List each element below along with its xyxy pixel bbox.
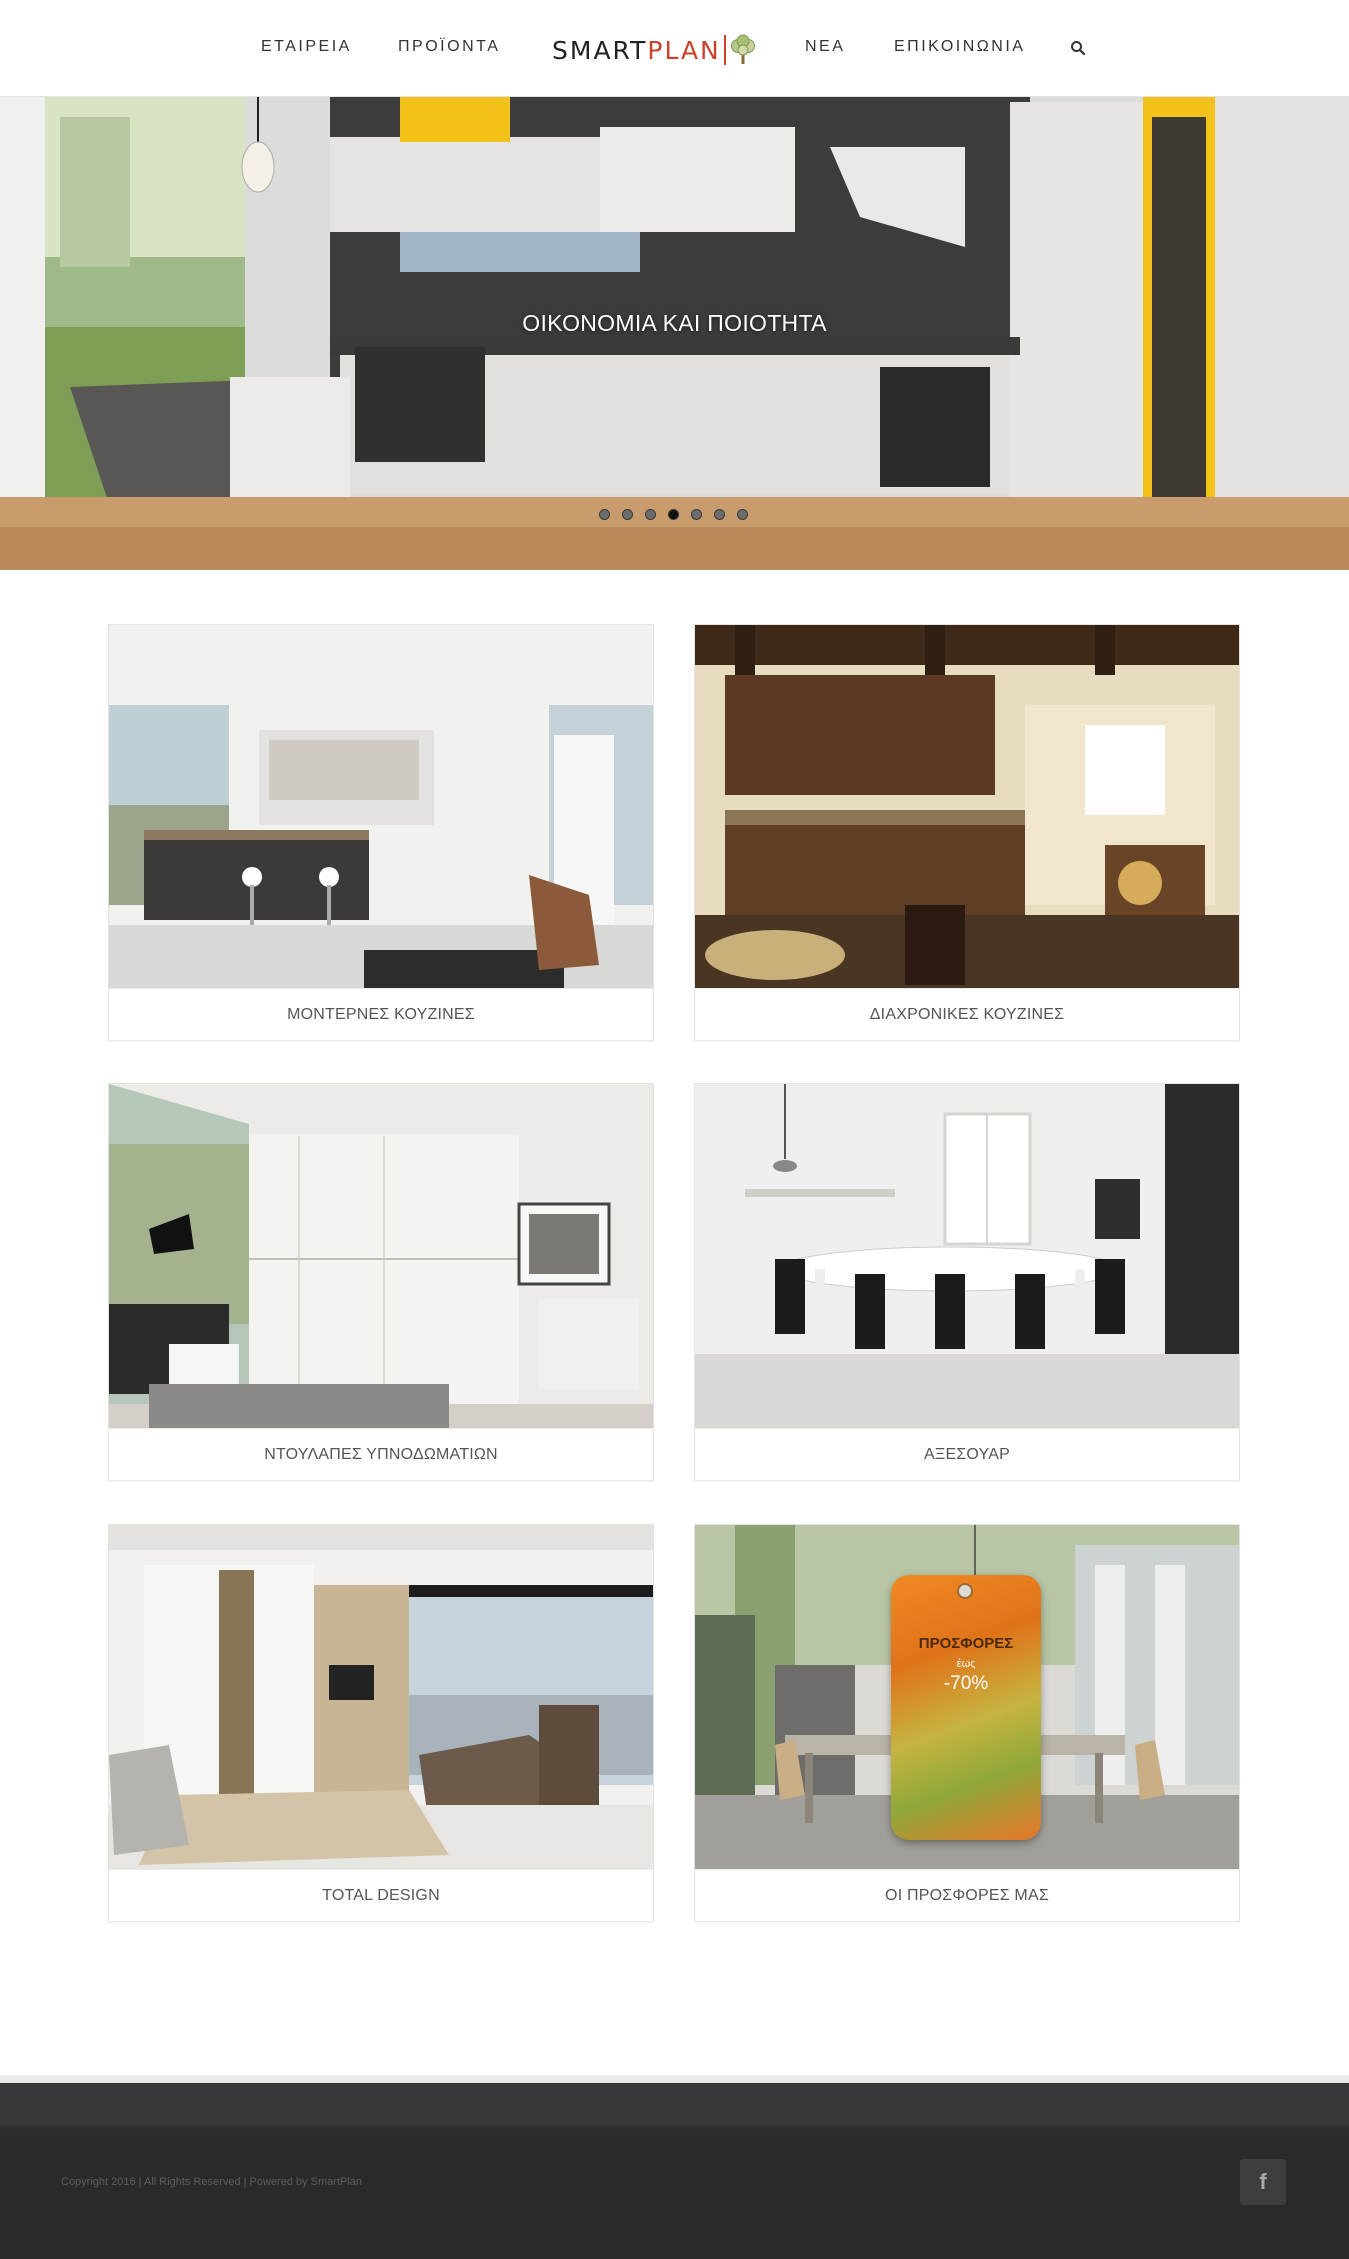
- copyright-text: Copyright 2016 | All Rights Reserved | P…: [61, 2176, 363, 2188]
- card-label[interactable]: TOTAL DESIGN: [109, 1869, 653, 1921]
- site-logo[interactable]: SMART PLAN: [552, 30, 756, 70]
- tag-content: ΠΡΟΣΦΟΡΕΣ έως -70%: [891, 1635, 1041, 1695]
- footer-separator: [0, 2075, 1349, 2083]
- offer-title: ΠΡΟΣΦΟΡΕΣ: [918, 1635, 1014, 1652]
- footer-divider: [0, 2126, 1349, 2136]
- search-icon[interactable]: [1070, 40, 1086, 56]
- slider-dot[interactable]: [737, 509, 748, 520]
- nav-company[interactable]: ΕΤΑΙΡΕΙΑ: [261, 38, 352, 56]
- logo-text-plan: PLAN: [647, 35, 721, 65]
- hero-slider[interactable]: ΟΙΚΟΝΟΜΙΑ ΚΑΙ ΠΟΙΟΤΗΤΑ: [0, 97, 1349, 570]
- nav-products[interactable]: ΠΡΟΪΟΝΤΑ: [398, 38, 500, 56]
- card-label[interactable]: ΝΤΟΥΛΑΠΕΣ ΥΠΝΟΔΩΜΑΤΙΩΝ: [109, 1428, 653, 1480]
- card-label[interactable]: ΑΞΕΣΟΥΑΡ: [695, 1428, 1239, 1480]
- offer-subtitle: έως: [956, 1658, 976, 1670]
- dining-room-image: [695, 1084, 1239, 1428]
- slider-dot[interactable]: [691, 509, 702, 520]
- nav-contact[interactable]: ΕΠΙΚΟΙΝΩΝΙΑ: [894, 38, 1025, 56]
- living-room-image: [109, 1525, 653, 1869]
- classic-kitchen-image: [695, 625, 1239, 988]
- slider-dots: [599, 509, 748, 520]
- copyright-bar: Copyright 2016 | All Rights Reserved | P…: [0, 2136, 1349, 2259]
- hero-caption: ΟΙΚΟΝΟΜΙΑ ΚΑΙ ΠΟΙΟΤΗΤΑ: [522, 310, 827, 336]
- slider-dot[interactable]: [622, 509, 633, 520]
- card-offers[interactable]: ΠΡΟΣΦΟΡΕΣ έως -70% ΟΙ ΠΡΟΣΦΟΡΕΣ ΜΑΣ: [694, 1524, 1240, 1924]
- site-header: ΕΤΑΙΡΕΙΑ ΠΡΟΪΟΝΤΑ SMART PLAN ΝΕΑ ΕΠΙΚΟΙΝ…: [0, 0, 1349, 97]
- card-label[interactable]: ΟΙ ΠΡΟΣΦΟΡΕΣ ΜΑΣ: [695, 1869, 1239, 1921]
- logo-divider: [723, 35, 726, 65]
- slider-dot[interactable]: [599, 509, 610, 520]
- card-label[interactable]: ΔΙΑΧΡΟΝΙΚΕΣ ΚΟΥΖΙΝΕΣ: [695, 988, 1239, 1040]
- card-label[interactable]: ΜΟΝΤΕΡΝΕΣ ΚΟΥΖΙΝΕΣ: [109, 988, 653, 1040]
- card-total-design[interactable]: TOTAL DESIGN: [108, 1524, 654, 1924]
- logo-text-smart: SMART: [552, 35, 648, 65]
- nav-news[interactable]: ΝΕΑ: [805, 38, 845, 56]
- slider-dot[interactable]: [645, 509, 656, 520]
- tree-logo-icon: [730, 34, 755, 64]
- tag-hole: [957, 1583, 973, 1599]
- slider-dot[interactable]: [714, 509, 725, 520]
- card-wardrobes[interactable]: ΝΤΟΥΛΑΠΕΣ ΥΠΝΟΔΩΜΑΤΙΩΝ: [108, 1083, 654, 1483]
- offer-tag[interactable]: ΠΡΟΣΦΟΡΕΣ έως -70%: [891, 1575, 1041, 1840]
- facebook-button[interactable]: f: [1240, 2159, 1286, 2205]
- modern-kitchen-image: [109, 625, 653, 988]
- offers-image: ΠΡΟΣΦΟΡΕΣ έως -70%: [695, 1525, 1239, 1869]
- card-accessories[interactable]: ΑΞΕΣΟΥΑΡ: [694, 1083, 1240, 1483]
- footer-widgets-area: [0, 2083, 1349, 2126]
- facebook-icon: f: [1259, 2169, 1267, 2194]
- slider-dot-active[interactable]: [668, 509, 679, 520]
- wardrobe-bedroom-image: [109, 1084, 653, 1428]
- card-classic-kitchens[interactable]: ΔΙΑΧΡΟΝΙΚΕΣ ΚΟΥΖΙΝΕΣ: [694, 624, 1240, 1043]
- card-modern-kitchens[interactable]: ΜΟΝΤΕΡΝΕΣ ΚΟΥΖΙΝΕΣ: [108, 624, 654, 1043]
- offer-discount: -70%: [943, 1673, 989, 1694]
